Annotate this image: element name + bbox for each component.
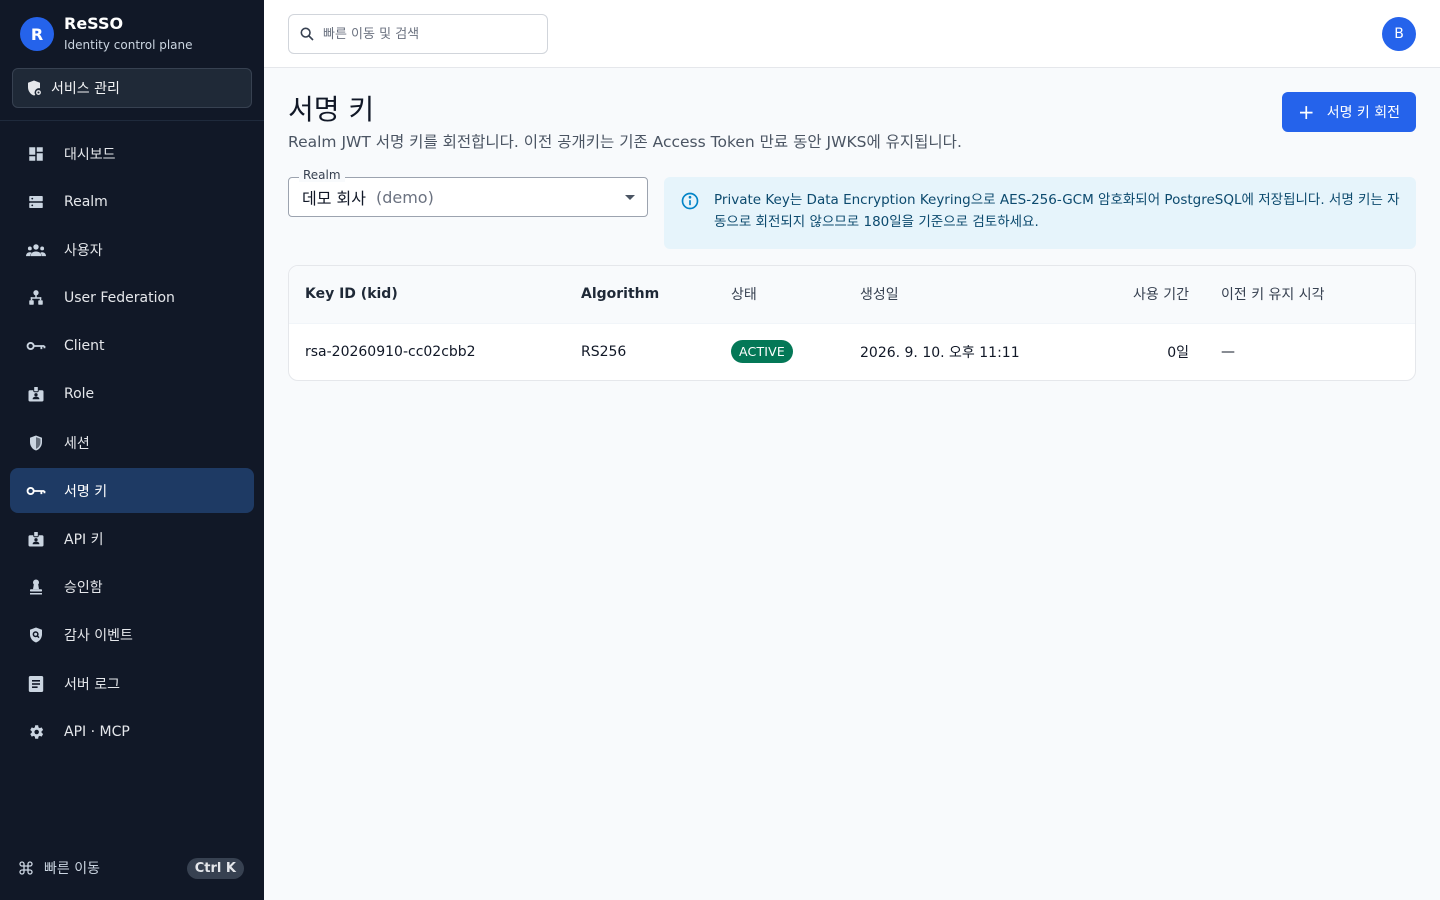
dropdown-caret-icon	[625, 195, 635, 200]
shield-settings-icon	[28, 80, 43, 97]
users-icon	[26, 244, 46, 257]
sidebar-item-label: 승인함	[64, 580, 103, 597]
brand-logo: R	[20, 17, 54, 51]
topbar: B	[264, 0, 1440, 68]
quick-jump-footer[interactable]: 빠른 이동 Ctrl K	[0, 856, 264, 880]
column-header-retain-until[interactable]: 이전 키 유지 시각	[1205, 266, 1415, 323]
service-management-label: 서비스 관리	[51, 81, 120, 97]
cell-age: 0일	[1044, 322, 1205, 380]
key-icon	[26, 486, 46, 495]
sidebar-item-label: API · MCP	[64, 723, 130, 740]
sidebar-item-label: 서명 키	[64, 483, 108, 500]
sidebar-divider	[0, 120, 264, 121]
sidebar-item-server-logs[interactable]: 서버 로그	[10, 661, 254, 706]
sidebar-item-audit-events[interactable]: 감사 이벤트	[10, 613, 254, 658]
cell-status: ACTIVE	[715, 322, 844, 380]
sidebar-item-user-federation[interactable]: User Federation	[10, 276, 254, 321]
info-alert: Private Key는 Data Encryption Keyring으로 A…	[664, 177, 1416, 249]
brand[interactable]: R ReSSO Identity control plane	[0, 0, 264, 68]
cell-retain-until: —	[1205, 322, 1415, 380]
quick-jump-label: 빠른 이동	[44, 861, 100, 877]
sidebar-item-label: 감사 이벤트	[64, 628, 133, 645]
key-icon	[26, 342, 46, 351]
sidebar-item-label: 서버 로그	[64, 676, 120, 693]
sidebar-item-client[interactable]: Client	[10, 324, 254, 369]
rotate-signing-key-label: 서명 키 회전	[1326, 105, 1400, 121]
keyboard-shortcut-badge: Ctrl K	[186, 857, 244, 879]
page-title: 서명 키	[288, 93, 375, 126]
column-header-created[interactable]: 생성일	[844, 266, 1044, 323]
sidebar-item-approvals[interactable]: 승인함	[10, 565, 254, 610]
avatar[interactable]: B	[1382, 17, 1416, 51]
cell-kid: rsa-20260910-cc02cbb2	[289, 322, 565, 380]
column-header-age[interactable]: 사용 기간	[1044, 266, 1205, 323]
search-icon	[300, 27, 314, 41]
dashboard-icon	[29, 146, 43, 161]
table-header-row: Key ID (kid) Algorithm 상태 생성일 사용 기간 이전 키…	[289, 266, 1415, 323]
status-badge: ACTIVE	[731, 340, 794, 364]
sidebar-item-label: Role	[64, 386, 95, 403]
realm-select-value-code: (demo)	[375, 187, 434, 207]
sidebar-item-realm[interactable]: Realm	[10, 179, 254, 224]
approval-stamp-icon	[30, 579, 42, 595]
sidebar-item-signing-keys[interactable]: 서명 키	[10, 468, 254, 514]
gear-icon	[30, 725, 44, 739]
sidebar-item-label: Client	[64, 338, 105, 355]
info-icon	[681, 192, 699, 210]
sidebar-item-label: User Federation	[64, 290, 175, 307]
column-header-algorithm[interactable]: Algorithm	[565, 266, 715, 323]
sidebar-item-dashboard[interactable]: 대시보드	[10, 131, 254, 176]
search-input[interactable]	[323, 26, 523, 42]
sidebar: R ReSSO Identity control plane 서비스 관리 대시…	[0, 0, 264, 900]
service-management-button[interactable]: 서비스 관리	[12, 68, 252, 108]
badge-icon	[28, 386, 44, 402]
log-icon	[28, 675, 44, 692]
realm-select-label: Realm	[299, 168, 345, 182]
cell-created: 2026. 9. 10. 오후 11:11	[844, 322, 1044, 380]
sidebar-nav: 대시보드 Realm 사용자 User Federation Client Ro…	[10, 131, 254, 757]
rotate-signing-key-button[interactable]: + 서명 키 회전	[1281, 92, 1416, 132]
sidebar-item-label: 대시보드	[64, 146, 116, 163]
sidebar-item-api-mcp[interactable]: API · MCP	[10, 709, 254, 754]
sidebar-item-label: API 키	[64, 532, 104, 548]
shield-icon	[30, 435, 42, 451]
sidebar-item-role[interactable]: Role	[10, 372, 254, 417]
realm-select[interactable]: Realm 데모 회사 (demo)	[288, 168, 648, 217]
column-header-status[interactable]: 상태	[715, 266, 844, 323]
sidebar-item-users[interactable]: 사용자	[10, 227, 254, 272]
sidebar-item-sessions[interactable]: 세션	[10, 420, 254, 465]
sidebar-item-label: 세션	[64, 435, 90, 452]
table-row[interactable]: rsa-20260910-cc02cbb2 RS256 ACTIVE 2026.…	[289, 322, 1415, 380]
hierarchy-icon	[29, 290, 43, 305]
cell-algorithm: RS256	[565, 322, 715, 380]
plus-icon: +	[1297, 100, 1315, 124]
info-alert-text: Private Key는 Data Encryption Keyring으로 A…	[714, 192, 1400, 230]
brand-subtitle: Identity control plane	[64, 38, 193, 52]
page-description: Realm JWT 서명 키를 회전합니다. 이전 공개키는 기존 Access…	[288, 133, 962, 151]
shield-search-icon	[30, 627, 42, 643]
sidebar-item-label: 사용자	[64, 242, 103, 259]
badge-icon	[28, 531, 44, 547]
sidebar-item-api-keys[interactable]: API 키	[10, 517, 254, 562]
realm-select-value-name: 데모 회사	[302, 189, 366, 208]
column-header-kid[interactable]: Key ID (kid)	[289, 266, 565, 323]
sidebar-item-label: Realm	[64, 193, 108, 210]
signing-keys-table: Key ID (kid) Algorithm 상태 생성일 사용 기간 이전 키…	[288, 265, 1416, 381]
server-icon	[29, 195, 43, 208]
search-box[interactable]	[288, 14, 548, 54]
command-icon	[19, 861, 33, 875]
brand-name: ReSSO	[64, 14, 124, 33]
